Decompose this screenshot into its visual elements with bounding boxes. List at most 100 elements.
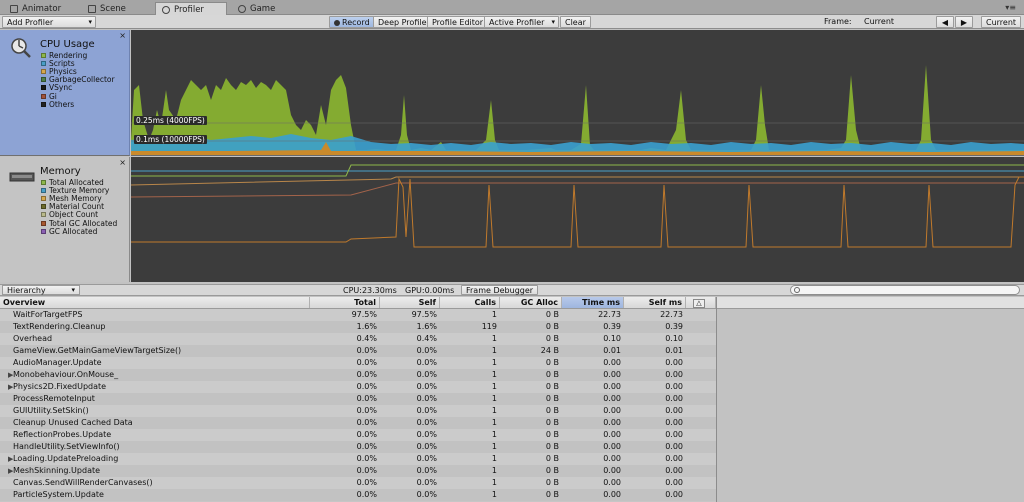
view-mode-dropdown[interactable]: Hierarchy ▾	[2, 285, 80, 295]
column-sort-toggle[interactable]: △	[686, 297, 716, 308]
cell-spacer	[686, 369, 716, 381]
legend-swatch	[41, 220, 46, 226]
column-time-ms[interactable]: Time ms	[562, 297, 624, 308]
cell-self: 0.0%	[416, 418, 437, 427]
cell-spacer	[686, 441, 716, 453]
search-icon	[794, 287, 800, 293]
cell-time: 0.39	[603, 322, 621, 331]
tab-label: Profiler	[174, 4, 204, 15]
table-row[interactable]: ▶ MeshSkinning.Update 0.0% 0.0% 1 0 B 0.00 0.00	[0, 465, 716, 477]
table-row[interactable]: HandleUtility.SetViewInfo() 0.0% 0.0% 1 0 B 0…	[0, 441, 716, 453]
expand-arrow-icon[interactable]: ▶	[3, 369, 13, 381]
legend-item[interactable]: GC Allocated	[41, 227, 117, 236]
cell-gc: 0 B	[545, 310, 559, 319]
active-profiler-dropdown[interactable]: Active Profiler ▾	[484, 16, 559, 28]
row-name: Cleanup Unused Cached Data	[13, 418, 133, 427]
expand-arrow-icon[interactable]: ▶	[3, 453, 13, 465]
tab-game[interactable]: Game	[232, 2, 281, 15]
prev-frame-button[interactable]: ◀	[936, 16, 954, 28]
cell-calls: 1	[491, 478, 497, 487]
cell-selfms: 0.00	[665, 442, 683, 451]
cell-selfms: 0.00	[665, 406, 683, 415]
window-tab-bar: Animator Scene Profiler Game ▾≡	[0, 0, 1024, 15]
tab-animator[interactable]: Animator	[4, 2, 67, 15]
profile-editor-button[interactable]: Profile Editor	[427, 16, 489, 28]
memory-module[interactable]: Memory × Total Allocated Texture Memory Me…	[0, 157, 130, 282]
table-row[interactable]: TextRendering.Cleanup 1.6% 1.6% 119 0 B 0.39 0…	[0, 321, 716, 333]
expand-arrow-icon[interactable]: ▶	[3, 381, 13, 393]
legend-swatch	[41, 212, 46, 218]
next-frame-button[interactable]: ▶	[955, 16, 973, 28]
add-profiler-dropdown[interactable]: Add Profiler ▾	[2, 16, 96, 28]
cell-calls: 1	[491, 490, 497, 499]
column-self-ms[interactable]: Self ms	[624, 297, 686, 308]
record-icon	[334, 20, 340, 26]
column-gc-alloc[interactable]: GC Alloc	[500, 297, 562, 308]
fps-label-10000: 0.1ms (10000FPS)	[134, 135, 207, 144]
legend-item[interactable]: Others	[41, 100, 115, 109]
table-row[interactable]: ParticleSystem.Update 0.0% 0.0% 1 0 B 0.00 0.0…	[0, 489, 716, 501]
cell-selfms: 0.00	[665, 394, 683, 403]
column-overview[interactable]: Overview	[0, 297, 310, 308]
deep-profile-button[interactable]: Deep Profile	[373, 16, 432, 28]
cell-name: GUIUtility.SetSkin()	[0, 405, 310, 417]
legend-swatch	[41, 204, 46, 210]
cell-total: 0.4%	[356, 334, 377, 343]
cell-name: TextRendering.Cleanup	[0, 321, 310, 333]
game-icon	[238, 5, 246, 13]
profiler-icon	[162, 5, 170, 14]
cell-spacer	[686, 321, 716, 333]
clear-button[interactable]: Clear	[560, 16, 591, 28]
hierarchy-toolbar: Hierarchy ▾ CPU:23.30ms GPU:0.00ms Frame…	[0, 284, 1024, 296]
cell-calls: 1	[491, 454, 497, 463]
table-row[interactable]: Canvas.SendWillRenderCanvases() 0.0% 0.0% 1…	[0, 477, 716, 489]
cell-total: 0.0%	[356, 406, 377, 415]
cell-name: ReflectionProbes.Update	[0, 429, 310, 441]
column-self[interactable]: Self	[380, 297, 440, 308]
table-row[interactable]: WaitForTargetFPS 97.5% 97.5% 1 0 B 22.73 22.73	[0, 309, 716, 321]
profiler-toolbar: Add Profiler ▾ Record Deep Profile Profi…	[0, 15, 1024, 29]
cell-spacer	[686, 333, 716, 345]
cell-name: AudioManager.Update	[0, 357, 310, 369]
table-row[interactable]: Overhead 0.4% 0.4% 1 0 B 0.10 0.10	[0, 333, 716, 345]
table-row[interactable]: GameView.GetMainGameViewTargetSize() 0.0%…	[0, 345, 716, 357]
search-input[interactable]	[790, 285, 1020, 295]
cell-self: 97.5%	[411, 310, 437, 319]
cell-spacer	[686, 429, 716, 441]
frame-debugger-button[interactable]: Frame Debugger	[461, 285, 539, 295]
table-row[interactable]: GUIUtility.SetSkin() 0.0% 0.0% 1 0 B 0.00 0.00	[0, 405, 716, 417]
close-icon[interactable]: ×	[119, 31, 126, 40]
current-frame-button[interactable]: Current	[981, 16, 1021, 28]
cell-spacer	[686, 489, 716, 501]
table-row[interactable]: AudioManager.Update 0.0% 0.0% 1 0 B 0.00 0.00	[0, 357, 716, 369]
cpu-usage-module[interactable]: CPU Usage × Rendering Scripts Physics Garba…	[0, 30, 130, 156]
column-calls[interactable]: Calls	[440, 297, 500, 308]
cell-name: WaitForTargetFPS	[0, 309, 310, 321]
record-button[interactable]: Record	[329, 16, 375, 28]
table-row[interactable]: ▶ Loading.UpdatePreloading 0.0% 0.0% 1 0 B 0.0…	[0, 453, 716, 465]
column-total[interactable]: Total	[310, 297, 380, 308]
table-row[interactable]: ProcessRemoteInput 0.0% 0.0% 1 0 B 0.00 0.00	[0, 393, 716, 405]
expand-arrow-icon[interactable]: ▶	[3, 465, 13, 477]
cell-time: 0.00	[603, 406, 621, 415]
cell-spacer	[686, 453, 716, 465]
cell-calls: 1	[491, 382, 497, 391]
table-row[interactable]: ReflectionProbes.Update 0.0% 0.0% 1 0 B 0.00 0…	[0, 429, 716, 441]
cpu-usage-graph[interactable]: 0.25ms (4000FPS) 0.1ms (10000FPS)	[131, 30, 1024, 156]
cell-selfms: 22.73	[660, 310, 683, 319]
table-row[interactable]: ▶ Monobehaviour.OnMouse_ 0.0% 0.0% 1 0 B 0.00 0…	[0, 369, 716, 381]
cell-selfms: 0.00	[665, 418, 683, 427]
row-name: MeshSkinning.Update	[13, 466, 101, 475]
table-row[interactable]: ▶ Physics2D.FixedUpdate 0.0% 0.0% 1 0 B 0.00 0.…	[0, 381, 716, 393]
tab-label: Scene	[100, 4, 126, 14]
table-row[interactable]: Cleanup Unused Cached Data 0.0% 0.0% 1 0 B 0.…	[0, 417, 716, 429]
gpu-time-label: GPU:0.00ms	[405, 286, 455, 295]
tab-scene[interactable]: Scene	[82, 2, 132, 15]
cell-selfms: 0.10	[665, 334, 683, 343]
close-icon[interactable]: ×	[119, 158, 126, 167]
memory-graph[interactable]	[131, 157, 1024, 282]
tab-profiler[interactable]: Profiler	[155, 2, 227, 15]
cell-calls: 1	[491, 394, 497, 403]
active-profiler-label: Active Profiler	[489, 18, 545, 27]
window-menu-icon[interactable]: ▾≡	[1005, 3, 1016, 12]
